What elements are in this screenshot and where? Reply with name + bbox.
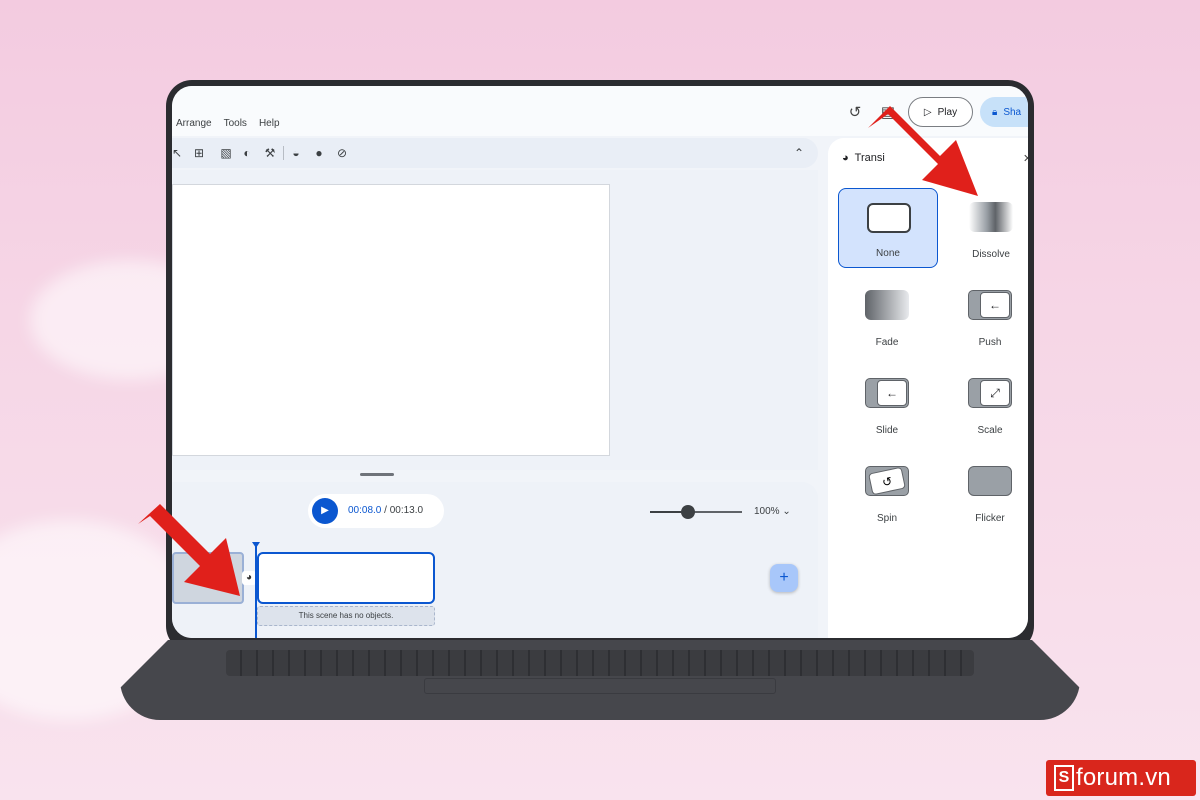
select-cursor-icon[interactable]: ↖ xyxy=(172,144,186,162)
transition-label: Fade xyxy=(875,337,899,348)
slide-transition-icon: ← xyxy=(865,378,909,408)
transition-label: Scale xyxy=(977,425,1003,436)
watermark-text: forum.vn xyxy=(1076,764,1171,791)
timeline-play-button[interactable]: ▶ xyxy=(312,498,338,524)
lock-icon: 🔒︎ xyxy=(992,106,998,118)
transition-label: Spin xyxy=(876,513,897,524)
chevron-down-icon: ⌄ xyxy=(782,506,791,517)
transition-icon: ◕ xyxy=(842,152,849,164)
transition-scale[interactable]: ⤢ Scale xyxy=(940,364,1028,444)
transition-spin[interactable]: ↺ Spin xyxy=(837,452,937,532)
link-icon[interactable]: ⊘ xyxy=(333,144,351,162)
menu-item-tools[interactable]: Tools xyxy=(224,118,247,129)
transition-slide[interactable]: ← Slide xyxy=(837,364,937,444)
transition-label: Push xyxy=(978,337,1002,348)
zoom-dropdown[interactable]: 100% ⌄ xyxy=(754,506,791,517)
fade-transition-icon xyxy=(865,290,909,320)
laptop-keyboard xyxy=(226,650,974,676)
watermark-logo-letter: S xyxy=(1054,765,1074,791)
scene-selected[interactable] xyxy=(257,552,435,604)
transition-push[interactable]: ← Push xyxy=(940,276,1028,356)
site-watermark: S forum.vn xyxy=(1046,760,1196,796)
transition-label: Slide xyxy=(875,425,899,436)
red-arrow-icon xyxy=(868,106,978,196)
transition-label: None xyxy=(876,248,900,259)
push-transition-icon: ← xyxy=(968,290,1012,320)
fill-color-icon[interactable]: ◒ xyxy=(287,144,305,162)
playhead-marker[interactable] xyxy=(252,542,260,548)
current-time: 00:08.0 xyxy=(348,505,382,516)
timeline-resize-handle[interactable] xyxy=(360,473,394,476)
history-icon[interactable]: ↺ xyxy=(844,102,866,124)
menu-item-arrange[interactable]: Arrange xyxy=(176,118,212,129)
effects-icon[interactable]: ● xyxy=(310,144,328,162)
empty-scene-label: This scene has no objects. xyxy=(257,606,435,626)
laptop-trackpad xyxy=(424,678,776,694)
editor-toolbar: ↖ ⊞ ▧ ◐ ⚒ ◒ ● ⊘ ⌃ xyxy=(172,138,818,168)
flicker-transition-icon xyxy=(968,466,1012,496)
time-separator: / xyxy=(381,505,390,516)
palette-icon[interactable]: ◐ xyxy=(238,144,256,162)
menu-item-help[interactable]: Help xyxy=(259,118,280,129)
spin-transition-icon: ↺ xyxy=(865,466,909,496)
close-icon[interactable]: ✕ xyxy=(1023,152,1028,165)
red-arrow-icon xyxy=(138,504,240,596)
transition-fade[interactable]: Fade xyxy=(837,276,937,356)
transition-flicker[interactable]: Flicker xyxy=(940,452,1028,532)
total-time: 00:13.0 xyxy=(389,505,424,516)
menu-bar: Arrange Tools Help xyxy=(176,118,280,129)
paint-format-icon[interactable]: ⚒ xyxy=(261,144,279,162)
transition-label: Flicker xyxy=(975,513,1005,524)
scale-transition-icon: ⤢ xyxy=(968,378,1012,408)
share-button-label: Sha xyxy=(1003,106,1022,118)
slide-canvas[interactable] xyxy=(172,184,610,456)
add-text-icon[interactable]: ⊞ xyxy=(190,144,208,162)
add-scene-button[interactable]: + xyxy=(770,564,798,592)
playback-time: 00:08.0 / 00:13.0 xyxy=(348,505,423,516)
transition-label: Dissolve xyxy=(972,249,1010,260)
zoom-slider-knob[interactable] xyxy=(681,505,695,519)
zoom-level: 100% xyxy=(754,506,780,517)
toolbar-divider xyxy=(283,146,284,160)
image-icon[interactable]: ▧ xyxy=(217,144,235,162)
collapse-toolbar-icon[interactable]: ⌃ xyxy=(790,144,808,162)
